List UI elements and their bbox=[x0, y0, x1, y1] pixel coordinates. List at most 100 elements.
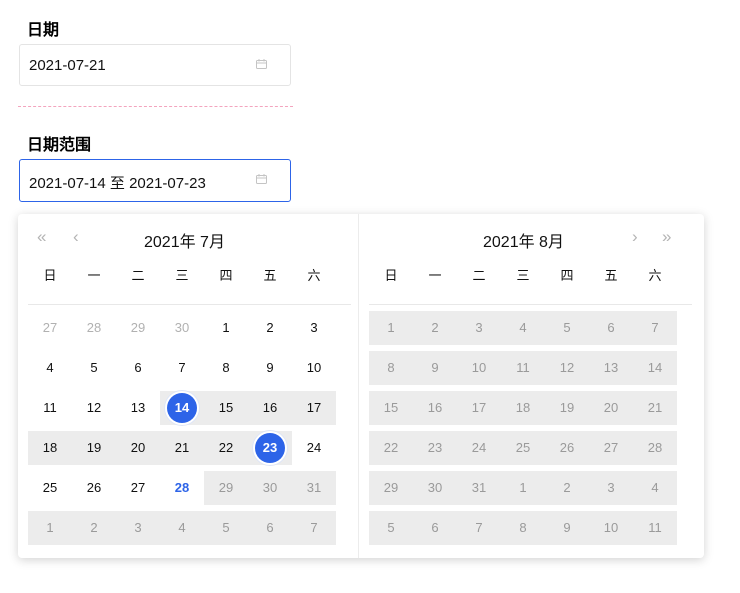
left-day-cell[interactable]: 29 bbox=[211, 473, 241, 503]
left-day-cell[interactable]: 13 bbox=[123, 393, 153, 423]
right-day-cell[interactable]: 15 bbox=[376, 393, 406, 423]
range-start-day[interactable]: 14 bbox=[167, 393, 197, 423]
right-day-cell[interactable]: 13 bbox=[596, 353, 626, 383]
prev-year-button[interactable]: « bbox=[37, 228, 46, 246]
right-day-cell[interactable]: 9 bbox=[552, 513, 582, 543]
right-day-cell[interactable]: 8 bbox=[508, 513, 538, 543]
weekday-0: 日 bbox=[384, 268, 398, 283]
right-day-cell[interactable]: 17 bbox=[464, 393, 494, 423]
left-day-cell[interactable]: 21 bbox=[167, 433, 197, 463]
right-day-cell[interactable]: 12 bbox=[552, 353, 582, 383]
right-day-cell[interactable]: 1 bbox=[376, 313, 406, 343]
right-day-cell[interactable]: 14 bbox=[640, 353, 670, 383]
left-day-cell[interactable]: 15 bbox=[211, 393, 241, 423]
left-day-cell[interactable]: 19 bbox=[79, 433, 109, 463]
right-day-cell[interactable]: 3 bbox=[464, 313, 494, 343]
date-range-value: 2021-07-14 至 2021-07-23 bbox=[29, 175, 206, 192]
right-day-cell[interactable]: 26 bbox=[552, 433, 582, 463]
right-day-cell[interactable]: 6 bbox=[420, 513, 450, 543]
right-day-cell[interactable]: 7 bbox=[464, 513, 494, 543]
right-day-cell[interactable]: 3 bbox=[596, 473, 626, 503]
right-day-cell[interactable]: 31 bbox=[464, 473, 494, 503]
left-day-cell[interactable]: 30 bbox=[255, 473, 285, 503]
weekday-3: 三 bbox=[516, 268, 530, 283]
right-day-cell[interactable]: 6 bbox=[596, 313, 626, 343]
right-day-cell[interactable]: 5 bbox=[552, 313, 582, 343]
left-day-cell[interactable]: 17 bbox=[299, 393, 329, 423]
right-month-title: 2021年 8月 bbox=[483, 234, 564, 251]
right-day-cell[interactable]: 10 bbox=[596, 513, 626, 543]
right-day-cell[interactable]: 10 bbox=[464, 353, 494, 383]
left-day-cell[interactable]: 6 bbox=[255, 513, 285, 543]
right-day-cell[interactable]: 9 bbox=[420, 353, 450, 383]
right-day-cell[interactable]: 18 bbox=[508, 393, 538, 423]
left-day-cell[interactable]: 2 bbox=[79, 513, 109, 543]
left-day-cell[interactable]: 30 bbox=[167, 313, 197, 343]
left-day-cell[interactable]: 5 bbox=[211, 513, 241, 543]
left-day-cell[interactable]: 4 bbox=[167, 513, 197, 543]
date-input[interactable]: 2021-07-21 bbox=[19, 44, 291, 86]
left-day-cell[interactable]: 28 bbox=[79, 313, 109, 343]
left-day-cell[interactable]: 5 bbox=[79, 353, 109, 383]
right-day-cell[interactable]: 2 bbox=[552, 473, 582, 503]
left-month-title: 2021年 7月 bbox=[144, 234, 225, 251]
right-day-cell[interactable]: 29 bbox=[376, 473, 406, 503]
right-day-cell[interactable]: 1 bbox=[508, 473, 538, 503]
right-day-cell[interactable]: 19 bbox=[552, 393, 582, 423]
right-day-cell[interactable]: 28 bbox=[640, 433, 670, 463]
right-day-cell[interactable]: 8 bbox=[376, 353, 406, 383]
calendar-icon[interactable] bbox=[256, 174, 267, 184]
date-range-input[interactable]: 2021-07-14 至 2021-07-23 bbox=[19, 159, 291, 202]
left-day-cell[interactable]: 11 bbox=[35, 393, 65, 423]
next-year-button[interactable]: » bbox=[662, 228, 671, 246]
left-day-cell[interactable]: 26 bbox=[79, 473, 109, 503]
today-day[interactable]: 28 bbox=[167, 473, 197, 503]
left-day-cell[interactable]: 29 bbox=[123, 313, 153, 343]
left-header-rule bbox=[28, 304, 351, 305]
left-day-cell[interactable]: 27 bbox=[35, 313, 65, 343]
left-day-cell[interactable]: 3 bbox=[123, 513, 153, 543]
prev-month-button[interactable]: ‹ bbox=[73, 228, 79, 246]
left-day-cell[interactable]: 2 bbox=[255, 313, 285, 343]
right-day-cell[interactable]: 24 bbox=[464, 433, 494, 463]
right-day-cell[interactable]: 7 bbox=[640, 313, 670, 343]
left-day-cell[interactable]: 31 bbox=[299, 473, 329, 503]
left-day-cell[interactable]: 3 bbox=[299, 313, 329, 343]
right-day-cell[interactable]: 27 bbox=[596, 433, 626, 463]
left-day-cell[interactable]: 1 bbox=[35, 513, 65, 543]
right-day-cell[interactable]: 11 bbox=[508, 353, 538, 383]
left-day-cell[interactable]: 1 bbox=[211, 313, 241, 343]
left-day-cell[interactable]: 20 bbox=[123, 433, 153, 463]
right-day-cell[interactable]: 21 bbox=[640, 393, 670, 423]
left-day-cell[interactable]: 27 bbox=[123, 473, 153, 503]
right-day-cell[interactable]: 4 bbox=[508, 313, 538, 343]
right-day-cell[interactable]: 20 bbox=[596, 393, 626, 423]
right-day-cell[interactable]: 11 bbox=[640, 513, 670, 543]
left-day-cell[interactable]: 22 bbox=[211, 433, 241, 463]
right-day-cell[interactable]: 23 bbox=[420, 433, 450, 463]
left-day-cell[interactable]: 24 bbox=[299, 433, 329, 463]
left-day-cell[interactable]: 12 bbox=[79, 393, 109, 423]
left-day-cell[interactable]: 4 bbox=[35, 353, 65, 383]
date-value: 2021-07-21 bbox=[29, 57, 106, 74]
left-day-cell[interactable]: 8 bbox=[211, 353, 241, 383]
left-day-cell[interactable]: 10 bbox=[299, 353, 329, 383]
right-day-cell[interactable]: 16 bbox=[420, 393, 450, 423]
left-day-cell[interactable]: 9 bbox=[255, 353, 285, 383]
left-day-cell[interactable]: 25 bbox=[35, 473, 65, 503]
range-end-day[interactable]: 23 bbox=[255, 433, 285, 463]
right-day-cell[interactable]: 2 bbox=[420, 313, 450, 343]
left-day-cell[interactable]: 16 bbox=[255, 393, 285, 423]
right-day-cell[interactable]: 4 bbox=[640, 473, 670, 503]
left-day-cell[interactable]: 7 bbox=[167, 353, 197, 383]
left-day-cell[interactable]: 18 bbox=[35, 433, 65, 463]
right-day-cell[interactable]: 5 bbox=[376, 513, 406, 543]
left-day-cell[interactable]: 7 bbox=[299, 513, 329, 543]
right-day-cell[interactable]: 30 bbox=[420, 473, 450, 503]
right-day-cell[interactable]: 22 bbox=[376, 433, 406, 463]
right-day-cell[interactable]: 25 bbox=[508, 433, 538, 463]
date-label: 日期 bbox=[27, 22, 60, 39]
left-day-cell[interactable]: 6 bbox=[123, 353, 153, 383]
next-month-button[interactable]: › bbox=[632, 228, 638, 246]
calendar-icon[interactable] bbox=[256, 59, 267, 69]
